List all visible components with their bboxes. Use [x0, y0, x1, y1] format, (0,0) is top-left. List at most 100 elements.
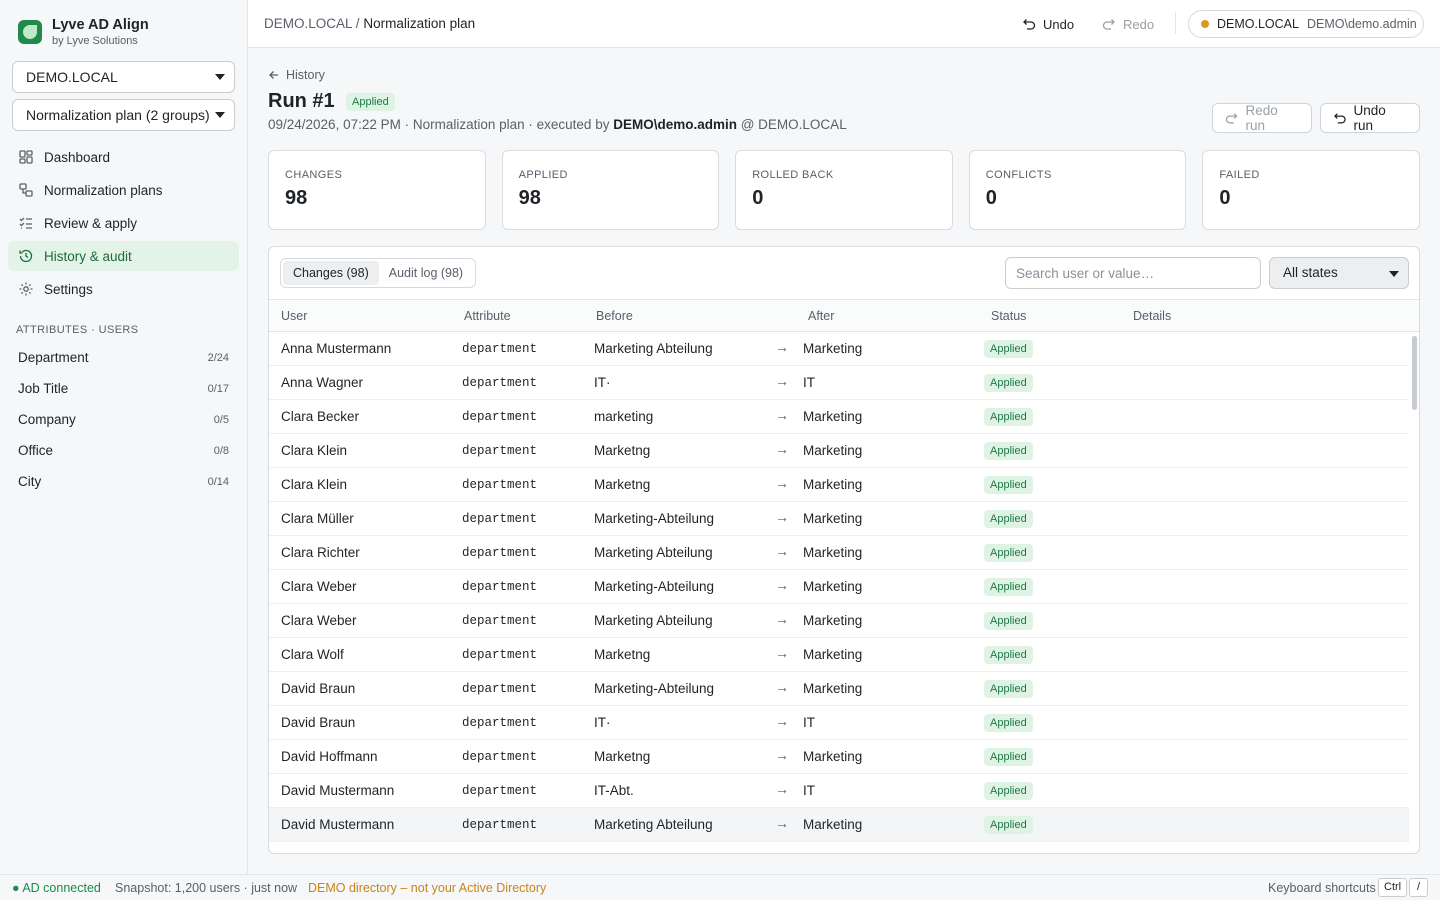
table-row[interactable]: Clara Wolf department Marketng → Marketing Ap…	[269, 638, 1409, 672]
workspace-select[interactable]: DEMO.LOCAL	[12, 61, 235, 93]
attribute-item-city[interactable]: City 0/14	[8, 466, 239, 497]
table-row[interactable]: David Mustermann department Marketing Abte…	[269, 808, 1409, 842]
before-cell: Marketing Abteilung	[594, 817, 713, 832]
scrollbar-thumb[interactable]	[1412, 336, 1417, 410]
after-cell: Marketing	[803, 749, 863, 764]
table-row[interactable]: Clara Klein department Marketng → Marketing A…	[269, 434, 1409, 468]
redo-button[interactable]: Redo	[1102, 14, 1154, 34]
before-cell: Marketng	[594, 443, 651, 458]
status-badge: Applied	[984, 748, 1033, 766]
brand: Lyve AD Align by Lyve Solutions	[0, 0, 247, 48]
attribute-item-department[interactable]: Department 2/24	[8, 342, 239, 373]
plan-select[interactable]: Normalization plan (2 groups)	[12, 99, 235, 131]
table-row[interactable]: Clara Richter department Marketing Abteilu…	[269, 536, 1409, 570]
run-meta: 09/24/2026, 07:22 PM · Normalization pla…	[268, 117, 847, 132]
column-header-attribute[interactable]: Attribute	[464, 309, 511, 323]
table-row[interactable]: Clara Becker department marketing → Marketin…	[269, 400, 1409, 434]
redo-run-button[interactable]: Redo run	[1212, 103, 1312, 133]
column-header-user[interactable]: User	[281, 309, 307, 323]
run-meta-prefix: 09/24/2026, 07:22 PM · Normalization pla…	[268, 117, 614, 132]
keyboard-shortcuts-link[interactable]: Keyboard shortcuts	[1268, 881, 1376, 895]
status-badge: Applied	[984, 782, 1033, 800]
table-row[interactable]: Anna Wagner department IT· → IT Applied	[269, 366, 1409, 400]
table-row[interactable]: David Braun department Marketing-Abteilung…	[269, 672, 1409, 706]
table-row[interactable]: Clara Weber department Marketing-Abteilung…	[269, 570, 1409, 604]
run-status-badge: Applied	[346, 93, 395, 111]
after-cell: Marketing	[803, 511, 863, 526]
changes-panel: Changes (98) Audit log (98) All states U…	[268, 246, 1420, 854]
undo-label: Undo	[1043, 16, 1075, 32]
status-badge: Applied	[984, 578, 1033, 596]
nav-item-dashboard[interactable]: Dashboard	[8, 142, 239, 172]
user-cell: Clara Klein	[281, 477, 348, 492]
tab-changes[interactable]: Changes (98)	[283, 261, 379, 285]
after-cell: Marketing	[803, 613, 863, 628]
attribute-item-office[interactable]: Office 0/8	[8, 435, 239, 466]
table-row[interactable]: Clara Weber department Marketing Abteilung…	[269, 604, 1409, 638]
undo-run-button[interactable]: Undo run	[1320, 103, 1420, 133]
table-row[interactable]: Clara Müller department Marketing-Abteilun…	[269, 502, 1409, 536]
attribute-item-job-title[interactable]: Job Title 0/17	[8, 373, 239, 404]
attribute-cell: department	[462, 580, 538, 594]
redo-run-label: Redo run	[1245, 103, 1278, 133]
after-cell: IT	[803, 783, 815, 798]
attribute-cell: department	[462, 784, 538, 798]
after-cell: Marketing	[803, 545, 863, 560]
table-scrollbar[interactable]	[1409, 332, 1419, 853]
user-cell: Clara Klein	[281, 443, 348, 458]
search-input[interactable]	[1005, 257, 1261, 289]
status-badge: Applied	[984, 612, 1033, 630]
main-content: History Run #1 Applied 09/24/2026, 07:22…	[248, 48, 1440, 874]
history-icon	[19, 249, 33, 263]
chevron-down-icon	[215, 112, 225, 118]
stat-card-failed: FAILED 0	[1202, 150, 1420, 230]
table-row[interactable]: David Mustermann department IT-Abt. → IT Appl…	[269, 774, 1409, 808]
column-header-before[interactable]: Before	[596, 309, 633, 323]
nav-item-settings[interactable]: Settings	[8, 274, 239, 304]
status-bar: ● AD connected Snapshot: 1,200 users · j…	[0, 874, 1440, 900]
after-cell: Marketing	[803, 647, 863, 662]
user-cell: David Mustermann	[281, 817, 395, 832]
connection-domain: DEMO.LOCAL	[1217, 17, 1299, 31]
column-header-status[interactable]: Status	[991, 309, 1026, 323]
status-badge: Applied	[984, 374, 1033, 392]
connection-pill[interactable]: DEMO.LOCAL DEMO\demo.admin	[1188, 10, 1424, 38]
table-row[interactable]: David Braun department IT· → IT Applied	[269, 706, 1409, 740]
attributes-section-title: ATTRIBUTES · USERS	[16, 324, 139, 336]
attribute-label: City	[18, 474, 42, 489]
dashboard-icon	[19, 150, 33, 164]
stat-label: APPLIED	[518, 169, 568, 181]
attribute-count: 0/17	[207, 382, 229, 395]
attribute-cell: department	[462, 682, 538, 696]
column-header-details[interactable]: Details	[1133, 309, 1171, 323]
table-row[interactable]: Clara Klein department Marketng → Marketing A…	[269, 468, 1409, 502]
nav-item-history-audit[interactable]: History & audit	[8, 241, 239, 271]
attribute-item-company[interactable]: Company 0/5	[8, 404, 239, 435]
undo-run-label: Undo run	[1353, 103, 1386, 133]
column-header-after[interactable]: After	[808, 309, 834, 323]
tab-audit-log[interactable]: Audit log (98)	[379, 261, 473, 285]
table-row[interactable]: Anna Mustermann department Marketing Abtei…	[269, 332, 1409, 366]
nav-item-review-apply[interactable]: Review & apply	[8, 208, 239, 238]
user-cell: David Braun	[281, 681, 356, 696]
attribute-cell: department	[462, 614, 538, 628]
stat-label: CONFLICTS	[985, 169, 1052, 181]
after-cell: Marketing	[803, 681, 863, 696]
table-row[interactable]: David Hoffmann department Marketng → Marketi…	[269, 740, 1409, 774]
nav-item-normalization-plans[interactable]: Normalization plans	[8, 175, 239, 205]
chevron-down-icon	[215, 74, 225, 80]
after-cell: Marketing	[803, 477, 863, 492]
arrow-icon: →	[775, 407, 789, 423]
state-filter-select[interactable]: All states	[1269, 257, 1409, 289]
user-cell: Clara Müller	[281, 511, 354, 526]
connection-status-dot	[1201, 20, 1209, 28]
back-to-history-link[interactable]: History	[268, 68, 325, 82]
attribute-cell: department	[462, 444, 538, 458]
workspace-select-value: DEMO.LOCAL	[26, 69, 118, 85]
before-cell: Marketing-Abteilung	[594, 579, 715, 594]
app-logo	[18, 20, 42, 44]
breadcrumb-root[interactable]: DEMO.LOCAL	[264, 16, 352, 31]
undo-button[interactable]: Undo	[1022, 14, 1074, 34]
before-cell: Marketing Abteilung	[594, 341, 713, 356]
kbd-slash: /	[1409, 878, 1428, 897]
